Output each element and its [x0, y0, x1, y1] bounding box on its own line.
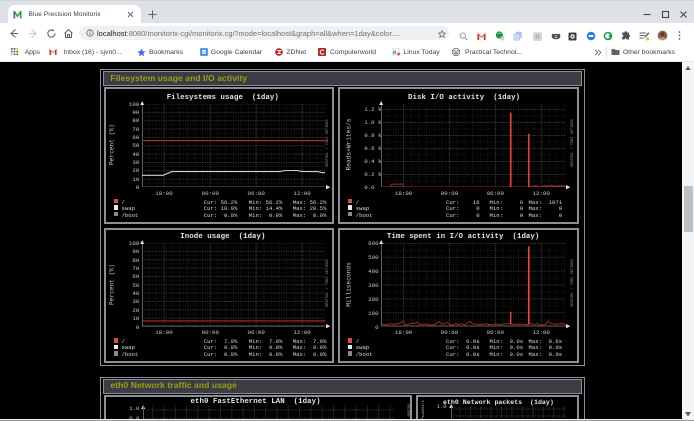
svg-text:31: 31	[201, 49, 206, 54]
svg-text:lt: lt	[393, 50, 397, 56]
